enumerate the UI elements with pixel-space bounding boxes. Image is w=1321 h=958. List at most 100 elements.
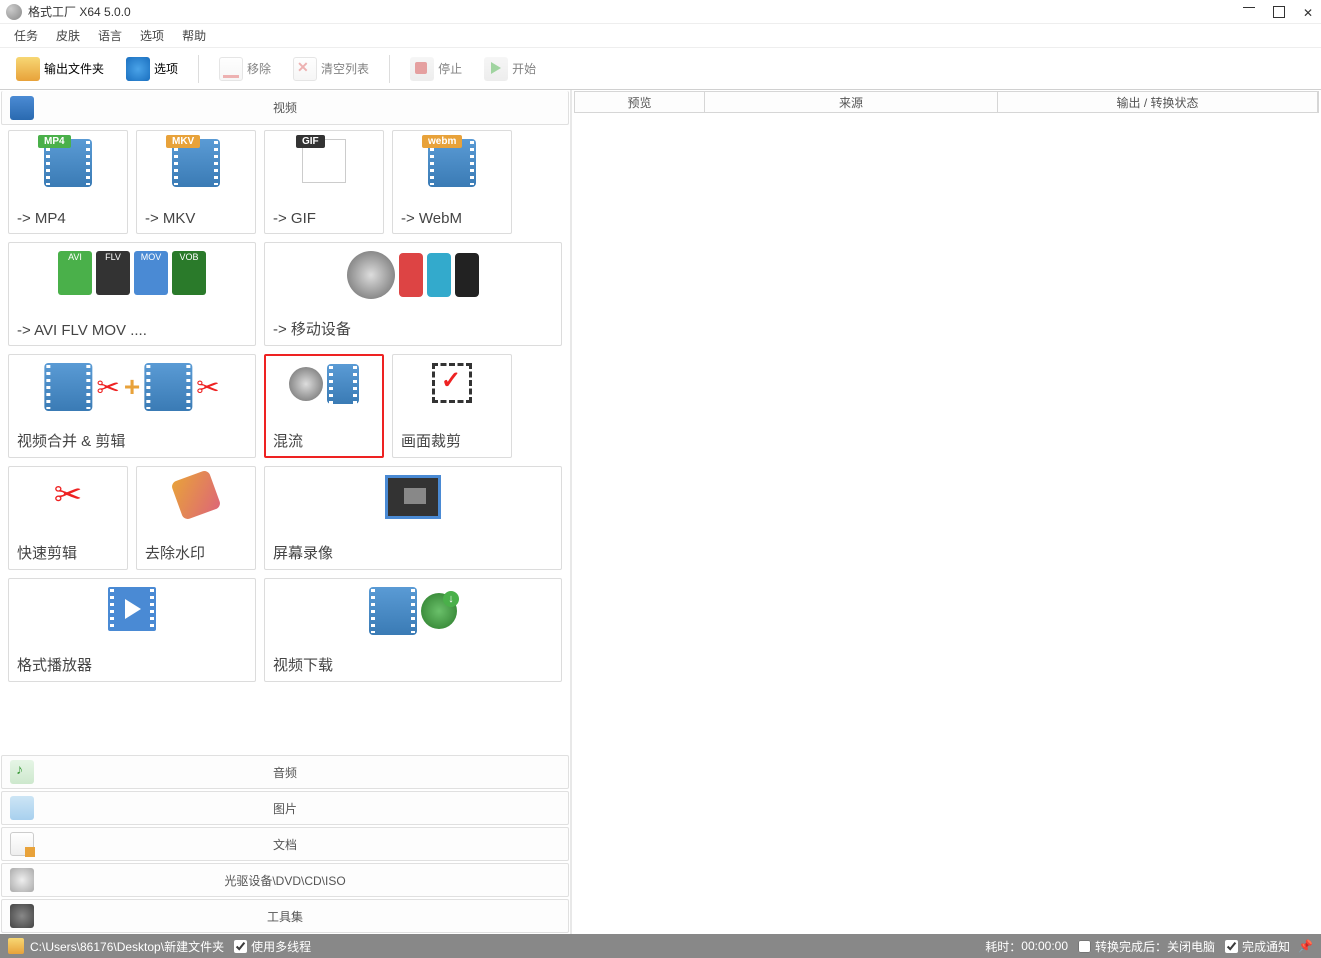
options-button[interactable]: 选项 (120, 53, 184, 85)
card-screen-record[interactable]: 屏幕录像 (264, 466, 562, 570)
options-label: 选项 (154, 60, 178, 77)
category-video[interactable]: 视频 (1, 91, 569, 125)
folder-icon (8, 938, 24, 954)
card-video-join[interactable]: ✂ + ✂ 视频合并 & 剪辑 (8, 354, 256, 458)
folder-icon (16, 57, 40, 81)
category-image[interactable]: 图片 (1, 791, 569, 825)
category-audio[interactable]: 音频 (1, 755, 569, 789)
film-icon (44, 363, 92, 411)
output-folder-label: 输出文件夹 (44, 60, 104, 77)
title-bar: 格式工厂 X64 5.0.0 ✕ (0, 0, 1321, 24)
card-remove-watermark[interactable]: 去除水印 (136, 466, 256, 570)
card-to-webm[interactable]: webm -> WebM (392, 130, 512, 234)
stop-label: 停止 (438, 60, 462, 77)
menu-skin[interactable]: 皮肤 (56, 27, 80, 44)
card-crop[interactable]: 画面裁剪 (392, 354, 512, 458)
category-disc-label: 光驱设备\DVD\CD\ISO (44, 872, 560, 889)
category-audio-label: 音频 (44, 764, 560, 781)
card-to-mkv[interactable]: MKV -> MKV (136, 130, 256, 234)
shutdown-checkbox[interactable] (1078, 940, 1091, 953)
phone-icon (455, 253, 479, 297)
plus-icon: + (124, 371, 140, 403)
card-format-player[interactable]: 格式播放器 (8, 578, 256, 682)
download-arrow-icon: ↓ (443, 591, 459, 607)
video-tools-grid: MP4 -> MP4 MKV -> MKV GIF -> GIF webm ->… (0, 126, 570, 692)
scissors-icon: ✂ (196, 371, 219, 404)
image-icon (10, 796, 34, 820)
multithread-checkbox[interactable] (234, 940, 247, 953)
minimize-button[interactable] (1243, 6, 1255, 18)
elapsed-label: 耗时： (985, 938, 1021, 955)
output-folder-button[interactable]: 输出文件夹 (10, 53, 110, 85)
record-icon (385, 475, 441, 519)
menu-task[interactable]: 任务 (14, 27, 38, 44)
card-to-mp4[interactable]: MP4 -> MP4 (8, 130, 128, 234)
menu-option[interactable]: 选项 (140, 27, 164, 44)
card-player-label: 格式播放器 (17, 654, 247, 675)
statusbar-pin-icon[interactable]: 📌 (1298, 939, 1313, 953)
close-button[interactable]: ✕ (1303, 6, 1315, 18)
film-icon: MP4 (44, 139, 92, 187)
scissors-icon: ✂ (96, 371, 119, 404)
card-gif-label: -> GIF (273, 210, 375, 227)
remove-icon (219, 57, 243, 81)
notify-checkbox[interactable] (1225, 940, 1238, 953)
category-tools-label: 工具集 (44, 908, 560, 925)
col-source[interactable]: 来源 (705, 92, 998, 112)
card-mux[interactable]: 混流 (264, 354, 384, 458)
toolbar-separator (389, 55, 390, 83)
tools-icon (10, 904, 34, 928)
vob-icon: VOB (172, 251, 206, 295)
player-icon (108, 587, 156, 631)
film-icon (327, 364, 359, 404)
options-icon (126, 57, 150, 81)
maximize-button[interactable] (1273, 6, 1285, 18)
card-quickclip-label: 快速剪辑 (17, 542, 119, 563)
menu-language[interactable]: 语言 (98, 27, 122, 44)
category-image-label: 图片 (44, 800, 560, 817)
remove-label: 移除 (247, 60, 271, 77)
card-video-download[interactable]: ↓ 视频下载 (264, 578, 562, 682)
left-panel: 视频 MP4 -> MP4 MKV -> MKV GIF -> GIF webm (0, 90, 572, 934)
notify-label: 完成通知 (1242, 938, 1290, 955)
eraser-icon (170, 469, 221, 520)
card-crop-label: 画面裁剪 (401, 430, 503, 451)
card-quick-clip[interactable]: ✂ 快速剪辑 (8, 466, 128, 570)
disc-icon (10, 868, 34, 892)
start-label: 开始 (512, 60, 536, 77)
col-preview[interactable]: 预览 (575, 92, 705, 112)
clear-list-button[interactable]: 清空列表 (287, 53, 375, 85)
card-join-label: 视频合并 & 剪辑 (17, 430, 247, 451)
category-tools[interactable]: 工具集 (1, 899, 569, 933)
output-path[interactable]: C:\Users\86176\Desktop\新建文件夹 (30, 938, 224, 955)
clear-icon (293, 57, 317, 81)
card-mkv-label: -> MKV (145, 210, 247, 227)
multithread-label: 使用多线程 (251, 938, 311, 955)
card-to-avi-more[interactable]: AVI FLV MOV VOB -> AVI FLV MOV .... (8, 242, 256, 346)
card-to-gif[interactable]: GIF -> GIF (264, 130, 384, 234)
card-watermark-label: 去除水印 (145, 542, 247, 563)
start-button[interactable]: 开始 (478, 53, 542, 85)
gif-icon: GIF (302, 139, 346, 183)
category-video-label: 视频 (44, 99, 560, 116)
col-output[interactable]: 输出 / 转换状态 (998, 92, 1318, 112)
stop-button[interactable]: 停止 (404, 53, 468, 85)
app-icon (6, 4, 22, 20)
film-icon: MKV (172, 139, 220, 187)
film-icon (144, 363, 192, 411)
card-to-mobile[interactable]: -> 移动设备 (264, 242, 562, 346)
video-icon (10, 96, 34, 120)
menu-help[interactable]: 帮助 (182, 27, 206, 44)
reel-icon (347, 251, 395, 299)
category-disc[interactable]: 光驱设备\DVD\CD\ISO (1, 863, 569, 897)
phone-icon (399, 253, 423, 297)
window-title: 格式工厂 X64 5.0.0 (28, 3, 1243, 20)
document-icon (10, 832, 34, 856)
category-document[interactable]: 文档 (1, 827, 569, 861)
remove-button[interactable]: 移除 (213, 53, 277, 85)
flv-icon: FLV (96, 251, 130, 295)
toolbar: 输出文件夹 选项 移除 清空列表 停止 开始 (0, 48, 1321, 90)
menu-bar: 任务 皮肤 语言 选项 帮助 (0, 24, 1321, 48)
clear-label: 清空列表 (321, 60, 369, 77)
task-list-body[interactable] (572, 113, 1321, 934)
